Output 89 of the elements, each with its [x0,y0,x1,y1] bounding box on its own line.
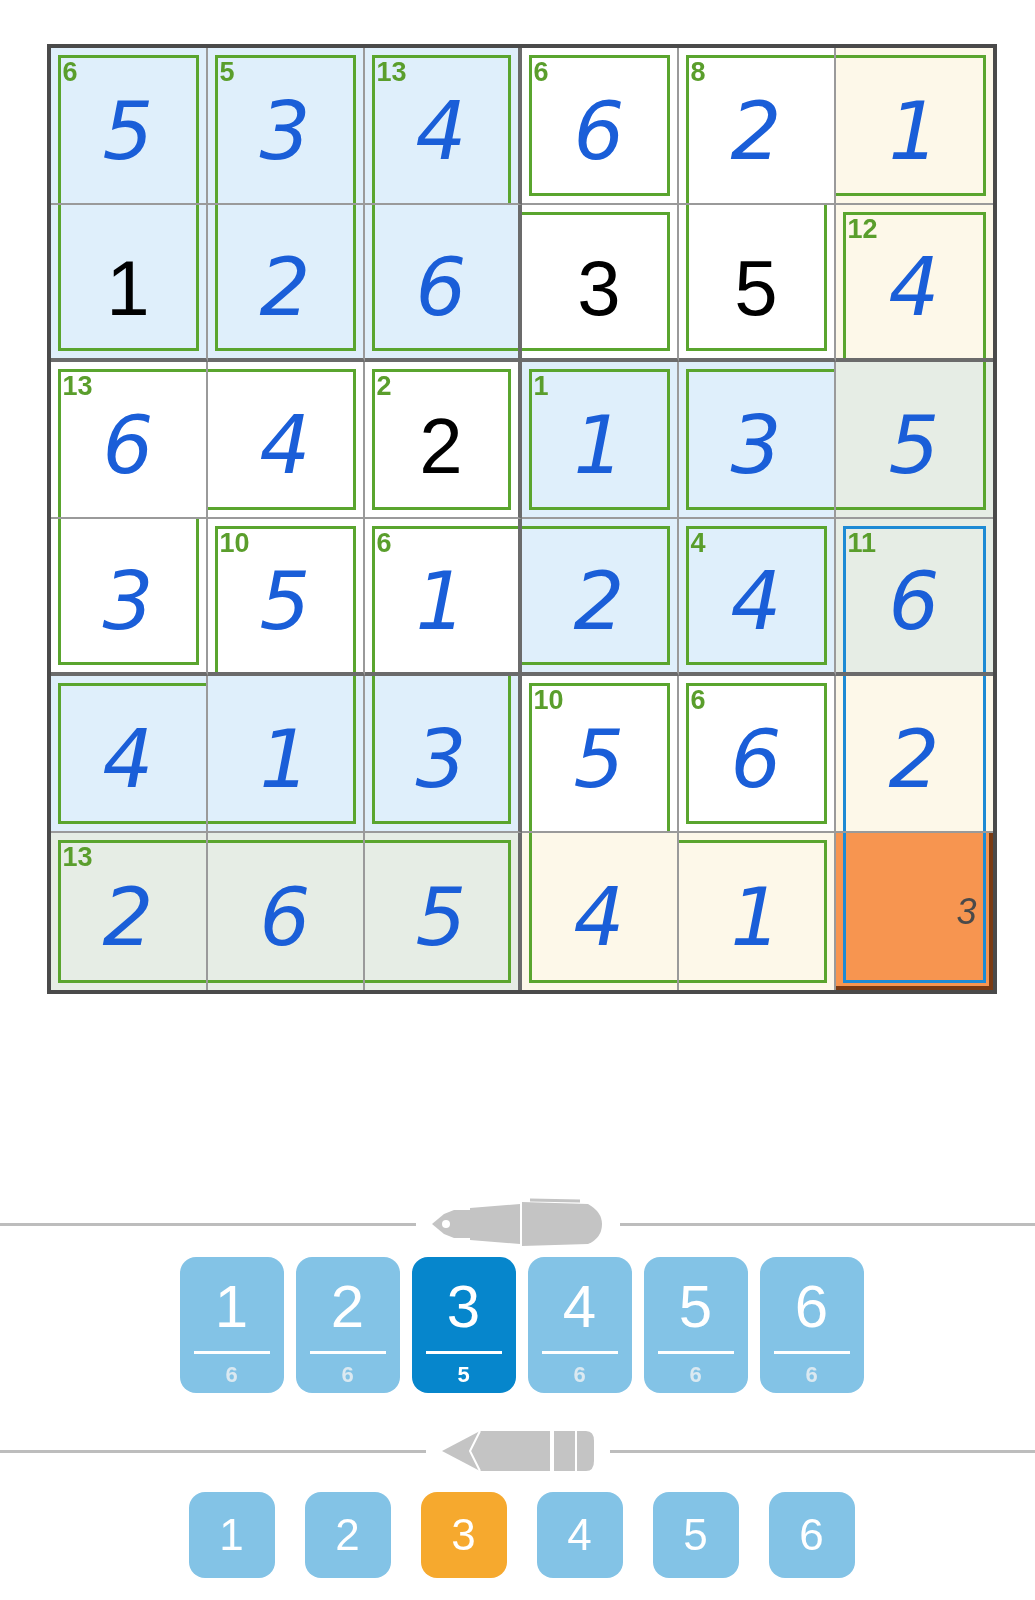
grid-cell[interactable]: 5 [364,833,522,990]
grid-cell[interactable]: 6 [207,833,365,990]
cell-value: 3 [259,91,311,172]
cell-value: 6 [259,877,311,958]
cell-value: 2 [573,561,625,642]
cell-value: 5 [102,91,154,172]
grid-cell[interactable]: 3 [678,362,836,519]
cage-sum: 13 [62,844,93,871]
cell-value: 6 [415,247,467,328]
grid-cell[interactable]: 2 [835,676,993,833]
cage-sum: 11 [847,530,877,557]
cell-value: 5 [734,248,778,327]
cage-sum: 10 [533,687,564,714]
cell-value: 5 [888,405,940,486]
cage-sum: 6 [690,687,706,714]
grid-cell[interactable]: 6 1 [364,519,522,676]
grid-cell[interactable]: 5 3 [207,48,365,205]
cage-sum: 6 [533,59,549,86]
cage-sum: 10 [219,530,250,557]
cell-value: 3 [577,248,621,327]
grid-cell[interactable]: 10 5 [521,676,679,833]
grid-cell[interactable]: 4 4 [678,519,836,676]
cage-sum: 5 [219,59,235,86]
cell-value: 4 [730,561,782,642]
cage-sum: 13 [376,59,407,86]
cell-value: 1 [888,91,940,172]
grid-cell[interactable]: 13 2 [50,833,208,990]
cell-value: 3 [415,719,467,800]
cell-value: 1 [415,561,467,642]
cell-value: 2 [102,877,154,958]
cell-value: 4 [888,247,940,328]
grid-cell[interactable]: 1 [207,676,365,833]
pencil-mark: 3 [956,891,977,933]
cage-sum: 4 [690,530,706,557]
cage-sum: 6 [62,59,78,86]
grid-cell[interactable]: 10 5 [207,519,365,676]
cell-value: 2 [259,247,311,328]
cell-value: 1 [730,877,782,958]
grid-cell[interactable]: 1 [50,205,208,362]
grid-cell[interactable]: 3 [835,833,993,990]
number-key[interactable]: 3 5 [411,1257,516,1393]
grid-cell[interactable]: 5 [678,205,836,362]
grid-cell[interactable]: 11 6 [835,519,993,676]
cell-value: 4 [415,91,467,172]
cell-value: 6 [888,561,940,642]
grid-cell[interactable]: 2 [207,205,365,362]
cage-sum: 6 [376,530,392,557]
grid-cell[interactable]: 1 [835,48,993,205]
cage-sum: 1 [533,373,549,400]
grid-cell[interactable]: 1 [678,833,836,990]
cell-value: 1 [573,405,625,486]
grid-cell[interactable]: 13 4 [364,48,522,205]
grid-cell[interactable]: 1 1 [521,362,679,519]
grid-cell[interactable]: 6 [364,205,522,362]
grid-cell[interactable]: 6 6 [678,676,836,833]
cell-value: 6 [573,91,625,172]
grid-cell[interactable]: 3 [50,519,208,676]
grid-cell[interactable]: 2 [521,519,679,676]
cage-sum: 13 [62,373,93,400]
cell-value: 5 [573,719,625,800]
cell-value: 4 [259,405,311,486]
grid-cell[interactable]: 6 6 [521,48,679,205]
cage-sum: 8 [690,59,706,86]
cage-sum: 12 [847,216,878,243]
cage-sum: 2 [376,373,392,400]
cell-value: 3 [730,405,782,486]
cell-value: 6 [102,405,154,486]
grid-cell[interactable]: 6 5 [50,48,208,205]
cell-value: 4 [102,719,154,800]
cell-value: 3 [102,561,154,642]
grid-cell[interactable]: 12 4 [835,205,993,362]
cell-value: 6 [730,719,782,800]
grid-cell[interactable]: 4 [521,833,679,990]
cell-value: 5 [259,561,311,642]
cell-value: 2 [888,719,940,800]
grid-cell[interactable]: 4 [207,362,365,519]
cell-value: 5 [415,877,467,958]
cell-value: 1 [106,248,150,327]
cell-value: 4 [573,877,625,958]
grid-cell[interactable]: 2 2 [364,362,522,519]
grid-cell[interactable]: 5 [835,362,993,519]
grid-cell[interactable]: 13 6 [50,362,208,519]
cell-value: 2 [730,91,782,172]
grid-cell[interactable]: 3 [521,205,679,362]
grid-cell[interactable]: 3 [364,676,522,833]
cell-value: 1 [259,719,311,800]
grid-cell[interactable]: 4 [50,676,208,833]
grid-cell[interactable]: 8 2 [678,48,836,205]
cell-value: 2 [419,406,463,485]
